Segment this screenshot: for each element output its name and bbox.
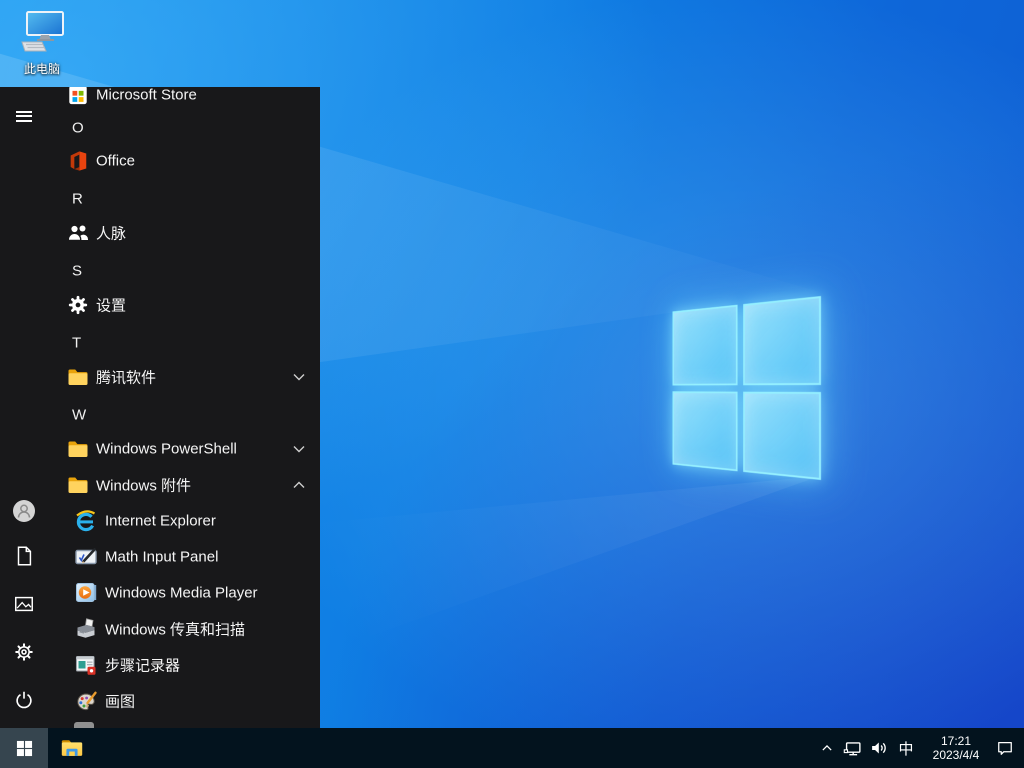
start-menu-item-internet-explorer[interactable]: Internet Explorer	[48, 503, 320, 539]
start-menu-item-label: 步骤记录器	[105, 655, 180, 676]
network-ethernet-icon	[842, 737, 864, 759]
tray-show-hidden-icons-button[interactable]	[814, 728, 840, 768]
start-menu-item-label: 人脉	[96, 223, 126, 244]
folder-icon	[66, 437, 90, 461]
tray-volume-button[interactable]	[866, 728, 892, 768]
section-letter: W	[72, 407, 86, 424]
documents-icon	[13, 545, 35, 567]
office-icon	[66, 149, 90, 173]
start-menu-item-label: Windows 传真和扫描	[105, 619, 245, 640]
power-button[interactable]	[0, 676, 48, 724]
paint-icon	[74, 689, 98, 713]
microsoft-store-icon	[66, 87, 90, 107]
start-menu-item-office[interactable]: Office	[48, 143, 320, 179]
start-menu-item-label: Math Input Panel	[105, 549, 218, 566]
fax-and-scan-icon	[74, 617, 98, 641]
windows-logo-wallpaper	[673, 296, 821, 480]
internet-explorer-icon	[74, 509, 98, 533]
windows-media-player-icon	[74, 581, 98, 605]
people-icon	[66, 221, 90, 245]
section-letter: S	[72, 263, 82, 280]
logo-pane	[743, 391, 821, 480]
start-menu-item-settings[interactable]: 设置	[48, 287, 320, 323]
documents-button[interactable]	[0, 532, 48, 580]
chevron-up-icon	[817, 738, 837, 758]
speaker-volume-icon	[868, 737, 890, 759]
this-pc-label: 此电脑	[12, 60, 72, 77]
math-input-panel-icon	[74, 545, 98, 569]
user-avatar-icon	[11, 498, 37, 524]
start-menu-item-label: Windows Media Player	[105, 585, 258, 602]
start-menu-item-windows-accessories[interactable]: Windows 附件	[48, 467, 320, 503]
start-menu: Microsoft Store O Office R 人脉 S 设置 T 腾讯软…	[0, 87, 320, 728]
folder-icon	[66, 365, 90, 389]
start-menu-item-tencent-software[interactable]: 腾讯软件	[48, 359, 320, 395]
user-account-button[interactable]	[0, 487, 48, 535]
pictures-button[interactable]	[0, 580, 48, 628]
chevron-down-icon	[292, 370, 306, 384]
steps-recorder-icon	[74, 653, 98, 677]
start-menu-item-label: Windows PowerShell	[96, 441, 237, 458]
action-center-button[interactable]	[992, 728, 1018, 768]
start-menu-section-t[interactable]: T	[48, 325, 320, 361]
start-menu-item-label: Internet Explorer	[105, 513, 216, 530]
notification-icon	[995, 738, 1015, 758]
logo-pane	[743, 296, 821, 385]
pictures-icon	[13, 593, 35, 615]
screen: 此电脑 Microsoft Store O Office R 人脉 S 设置 T…	[0, 0, 1024, 768]
start-menu-item-label: Office	[96, 153, 135, 170]
start-menu-item-people[interactable]: 人脉	[48, 215, 320, 251]
start-menu-section-s[interactable]: S	[48, 253, 320, 289]
start-button[interactable]	[0, 728, 48, 768]
hamburger-menu-icon	[16, 108, 32, 124]
taskbar: 中 17:21 2023/4/4	[0, 728, 1024, 768]
section-letter: O	[72, 120, 84, 137]
desktop-icon-this-pc[interactable]: 此电脑	[12, 10, 72, 77]
tray-ime-indicator[interactable]: 中	[892, 728, 920, 768]
start-menu-item-windows-media-player[interactable]: Windows Media Player	[48, 575, 320, 611]
section-letter: R	[72, 191, 83, 208]
settings-gear-icon	[13, 641, 35, 663]
power-icon	[13, 689, 35, 711]
start-menu-item-label: 腾讯软件	[96, 367, 156, 388]
start-menu-item-steps-recorder[interactable]: 步骤记录器	[48, 647, 320, 683]
start-menu-item-label: Microsoft Store	[96, 87, 197, 104]
tray-clock[interactable]: 17:21 2023/4/4	[920, 734, 992, 762]
start-menu-expand-button[interactable]	[0, 92, 48, 140]
chevron-up-icon	[292, 478, 306, 492]
file-explorer-icon	[59, 735, 85, 761]
tray-network-button[interactable]	[840, 728, 866, 768]
this-pc-icon	[18, 41, 66, 58]
chevron-down-icon	[292, 442, 306, 456]
system-tray: 中 17:21 2023/4/4	[814, 728, 1024, 768]
tray-time: 17:21	[922, 734, 990, 748]
start-menu-item-label: 画图	[105, 691, 135, 712]
start-menu-section-o[interactable]: O	[48, 110, 320, 146]
section-letter: T	[72, 335, 81, 352]
settings-button[interactable]	[0, 628, 48, 676]
start-menu-item-label: Windows 附件	[96, 475, 191, 496]
logo-pane	[673, 391, 738, 471]
start-menu-section-w[interactable]: W	[48, 397, 320, 433]
start-menu-item-paint[interactable]: 画图	[48, 683, 320, 719]
start-menu-section-r[interactable]: R	[48, 181, 320, 217]
settings-icon	[66, 293, 90, 317]
start-menu-item-windows-fax-and-scan[interactable]: Windows 传真和扫描	[48, 611, 320, 647]
start-menu-item-windows-powershell[interactable]: Windows PowerShell	[48, 431, 320, 467]
tray-date: 2023/4/4	[922, 748, 990, 762]
logo-pane	[673, 305, 738, 385]
file-explorer-button[interactable]	[48, 728, 96, 768]
folder-icon	[66, 473, 90, 497]
windows-start-icon	[16, 740, 33, 757]
start-menu-item-label: 设置	[96, 295, 126, 316]
start-menu-item-math-input-panel[interactable]: Math Input Panel	[48, 539, 320, 575]
